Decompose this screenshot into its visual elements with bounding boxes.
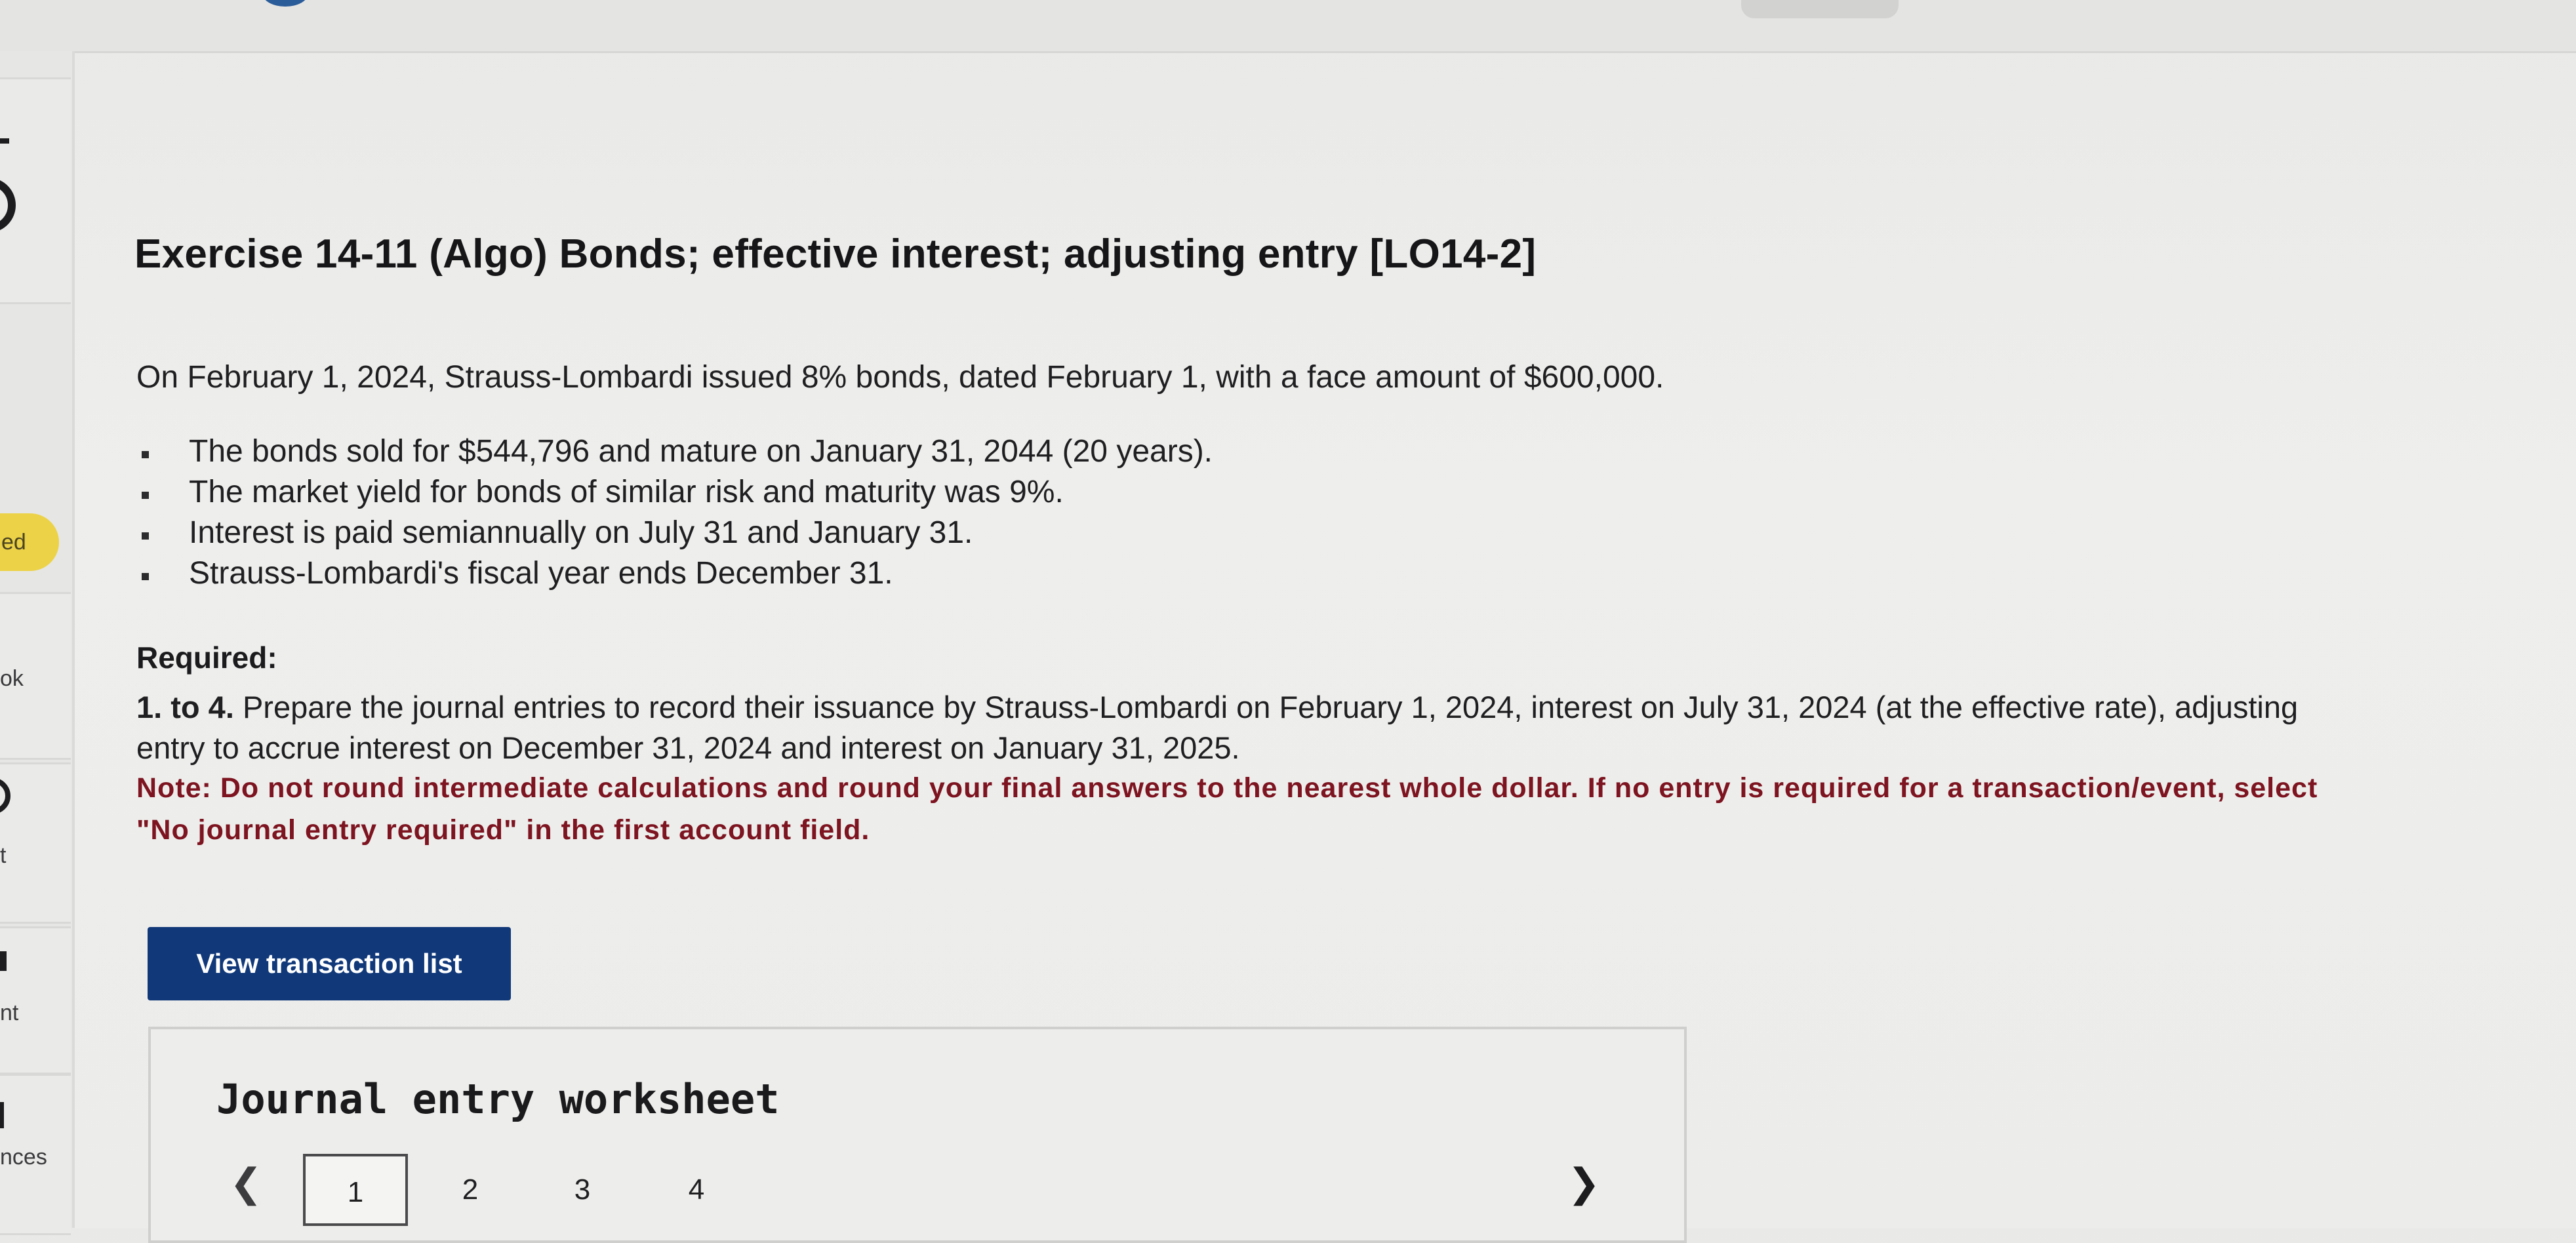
sidebar-item-label: nces (0, 1145, 47, 1170)
sidebar-card[interactable] (0, 77, 71, 304)
header-pill-button[interactable] (1741, 0, 1899, 18)
facts-list: The bonds sold for $544,796 and mature o… (141, 431, 1213, 594)
sidebar-item-ed[interactable]: ed (0, 513, 59, 571)
book-icon (0, 1102, 4, 1128)
left-sidebar: ed ok t nt nces (0, 51, 75, 1235)
sidebar-item-nt[interactable]: nt (0, 926, 71, 1075)
worksheet-page-3[interactable]: 3 (530, 1154, 635, 1226)
header-avatar[interactable] (262, 0, 308, 7)
sidebar-marker (0, 138, 9, 144)
view-transaction-list-button[interactable]: View transaction list (148, 927, 511, 1000)
required-text: 1. to 4. Prepare the journal entries to … (136, 687, 2353, 768)
required-heading: Required: (136, 641, 277, 675)
rounding-note: Note: Do not round intermediate calculat… (136, 772, 2318, 846)
sidebar-item-label: t (0, 843, 7, 868)
required-number: 1. to 4. (136, 690, 234, 724)
doc-icon (0, 951, 7, 971)
sidebar-item-t[interactable]: t (0, 762, 71, 924)
circle-icon (0, 778, 10, 814)
exercise-title: Exercise 14-11 (Algo) Bonds; effective i… (134, 231, 1537, 277)
sidebar-item-nces[interactable]: nces (0, 1074, 71, 1235)
top-bar (0, 0, 2576, 53)
journal-entry-worksheet: Journal entry worksheet ❮ 1 2 3 4 ❯ (148, 1027, 1687, 1243)
required-instructions: Prepare the journal entries to record th… (136, 690, 2299, 765)
list-item: The market yield for bonds of similar ri… (141, 472, 1213, 513)
sidebar-item-label: nt (0, 1000, 19, 1025)
chevron-left-icon[interactable]: ❮ (230, 1160, 262, 1206)
progress-ring-icon (0, 178, 16, 233)
worksheet-title: Journal entry worksheet (216, 1075, 780, 1123)
worksheet-page-1[interactable]: 1 (303, 1154, 408, 1226)
sidebar-item-label: ed (1, 530, 26, 555)
worksheet-page-4[interactable]: 4 (644, 1154, 749, 1226)
list-item: Strauss-Lombardi's fiscal year ends Dece… (141, 553, 1213, 594)
worksheet-page-2[interactable]: 2 (418, 1154, 523, 1226)
list-item: Interest is paid semiannually on July 31… (141, 513, 1213, 553)
exercise-intro: On February 1, 2024, Strauss-Lombardi is… (136, 360, 1664, 395)
list-item: The bonds sold for $544,796 and mature o… (141, 431, 1213, 472)
sidebar-item-ok[interactable]: ok (0, 592, 71, 760)
sidebar-item-label: ok (0, 666, 24, 691)
chevron-right-icon[interactable]: ❯ (1567, 1160, 1600, 1206)
